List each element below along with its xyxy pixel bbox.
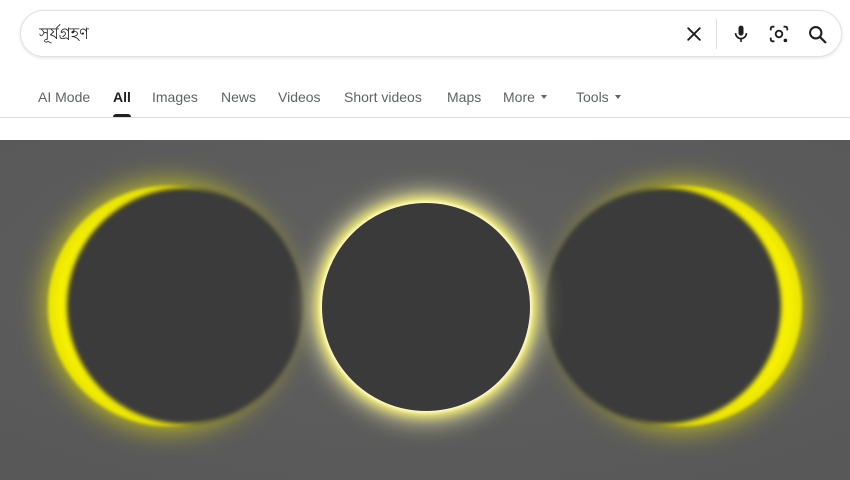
tab-ai-mode[interactable]: AI Mode [38, 76, 90, 117]
caret-down-icon [614, 94, 621, 99]
tab-label: News [221, 89, 257, 105]
camera-lens-icon[interactable] [767, 22, 791, 46]
tab-label: Images [152, 89, 198, 105]
eclipse-right-crescent [545, 184, 804, 428]
search-tabs: AI Mode All Images News Videos Short vid… [0, 76, 850, 118]
eclipse-hero-image[interactable] [0, 140, 850, 480]
microphone-icon[interactable] [729, 22, 753, 46]
search-input[interactable] [39, 21, 639, 47]
search-bar-divider [716, 19, 717, 49]
caret-down-icon [540, 94, 547, 99]
tab-label: Tools [576, 89, 609, 105]
tab-all[interactable]: All [113, 76, 131, 117]
tab-news[interactable]: News [221, 76, 256, 117]
tab-tools[interactable]: Tools [576, 76, 621, 117]
search-results-page: AI Mode All Images News Videos Short vid… [0, 0, 850, 480]
eclipse-left-crescent [46, 184, 303, 428]
tab-label: All [113, 89, 131, 105]
tab-label: Videos [278, 89, 321, 105]
tab-label: Short videos [344, 89, 422, 105]
tab-maps[interactable]: Maps [447, 76, 481, 117]
tab-more[interactable]: More [503, 76, 547, 117]
search-icon[interactable] [805, 22, 829, 46]
tab-short-videos[interactable]: Short videos [344, 76, 422, 117]
eclipse-total [308, 189, 544, 425]
tab-label: More [503, 89, 535, 105]
tab-images[interactable]: Images [152, 76, 198, 117]
tab-label: Maps [447, 89, 482, 105]
tab-label: AI Mode [38, 89, 91, 105]
tab-videos[interactable]: Videos [278, 76, 321, 117]
close-icon[interactable] [682, 22, 706, 46]
eclipse-illustration [0, 140, 850, 480]
search-bar[interactable] [20, 10, 842, 57]
